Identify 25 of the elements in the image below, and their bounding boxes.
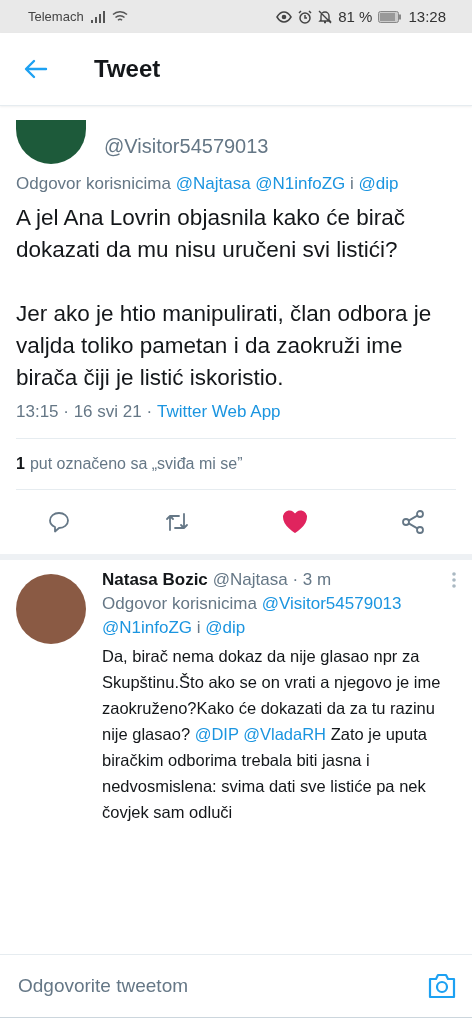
avatar-placeholder[interactable]: [16, 120, 86, 164]
bell-muted-icon: [318, 9, 333, 24]
signal-icon: [89, 10, 106, 23]
battery-percent: 81 %: [338, 8, 373, 25]
share-button[interactable]: [399, 507, 427, 536]
back-arrow-icon[interactable]: [24, 59, 48, 79]
header-title: Tweet: [94, 55, 161, 83]
eye-icon: [276, 10, 293, 23]
carrier-name: Telemach: [28, 9, 84, 24]
tweet-text: A jel Ana Lovrin objasnila kako će birač dokazati da mu nisu uručeni svi listići? Jer ako je htio manipulirati, član odbora je valjda toliko pametan i da zaokruži ime birača čiji je listić iskoristio.: [16, 203, 433, 392]
reply-to-line: Odgovor korisnicima @Najtasa @N1infoZG i @dip: [16, 173, 400, 195]
alarm-icon: [298, 9, 313, 24]
author-name: Natasa Bozic: [102, 569, 208, 590]
author-meta: @Najtasa · 3 m: [212, 569, 332, 590]
battery-icon: [378, 10, 403, 23]
reply-to-line: Odgovor korisnicima @Visitor54579013 @N1infoZG i @dip: [102, 592, 403, 639]
reply-icon: [47, 509, 71, 534]
reply-text: Da, birač nema dokaz da nije glasao npr za Skupštinu.Što ako se on vrati a njegovo je ime zaokruženo?Kako će dokazati da za tu razinu nije glasao? @DIP @VladaRH Zato je uputa biračkim odborima trebala biti jasna i nedvosmislena: svima dati sve listiće pa nek čovjek sam odluči: [102, 646, 442, 824]
camera-icon[interactable]: [428, 973, 456, 999]
tweet-timestamp: 13:15 · 16 svi 21 ·: [16, 401, 153, 422]
user-handle: @Visitor54579013: [104, 135, 269, 159]
wifi-icon: [111, 10, 128, 23]
clock-time: 13:28: [408, 8, 446, 25]
share-icon: [400, 508, 426, 535]
likes-count[interactable]: 1 put označeno sa „sviđa mi se”: [16, 438, 456, 490]
